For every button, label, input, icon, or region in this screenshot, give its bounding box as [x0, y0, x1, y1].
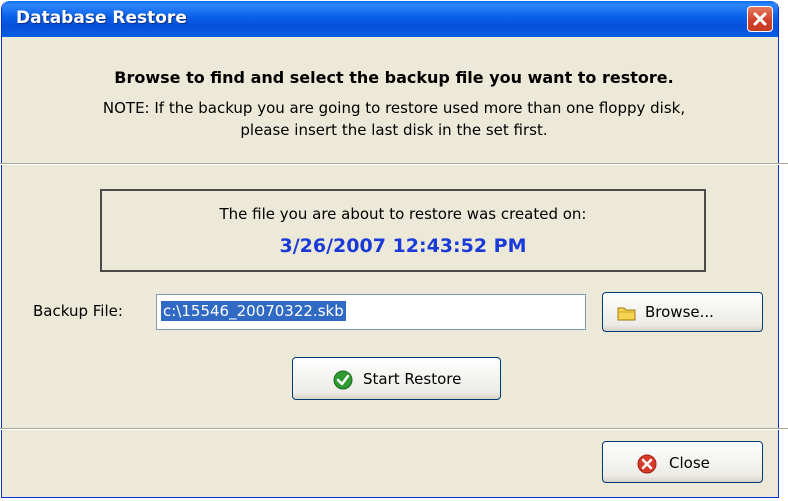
instruction-heading: Browse to find and select the backup fil… — [114, 68, 674, 87]
window-title: Database Restore — [16, 8, 187, 28]
close-button[interactable]: Close — [602, 441, 763, 483]
note-line-1: NOTE: If the backup you are going to res… — [102, 99, 686, 117]
header-divider — [0, 163, 788, 165]
title-bar[interactable]: Database Restore — [2, 1, 778, 37]
start-restore-label: Start Restore — [363, 370, 462, 388]
footer-divider — [0, 428, 788, 430]
close-icon — [753, 12, 767, 26]
backup-info-box: The file you are about to restore was cr… — [100, 189, 706, 272]
browse-label: Browse... — [645, 303, 714, 321]
backup-file-label: Backup File: — [33, 302, 123, 320]
folder-icon — [617, 307, 636, 321]
backup-file-input[interactable]: c:\15546_20070322.skb — [156, 294, 586, 330]
cancel-icon — [637, 454, 657, 474]
window-close-button[interactable] — [747, 6, 773, 32]
browse-button[interactable]: Browse... — [602, 292, 763, 332]
note-line-2: please insert the last disk in the set f… — [240, 121, 548, 139]
start-restore-button[interactable]: Start Restore — [292, 357, 501, 400]
backup-file-value: c:\15546_20070322.skb — [161, 301, 346, 321]
close-label: Close — [669, 454, 710, 472]
browse-label-text: Browse... — [645, 303, 714, 321]
created-on-label: The file you are about to restore was cr… — [219, 205, 587, 223]
checkmark-icon — [333, 370, 353, 390]
floppy-note: NOTE: If the backup you are going to res… — [0, 97, 788, 141]
created-on-value: 3/26/2007 12:43:52 PM — [279, 235, 527, 257]
